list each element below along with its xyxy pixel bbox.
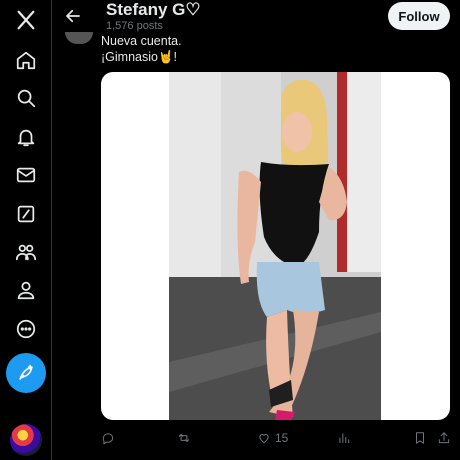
- more-icon[interactable]: [14, 317, 38, 341]
- main-column: Nueva cuenta. ¡Gimnasio🤘! Stefany G♡ 1,5…: [53, 0, 460, 460]
- retweet-button[interactable]: [177, 428, 191, 448]
- views-icon: [339, 433, 350, 444]
- bookmark-button[interactable]: [413, 428, 427, 448]
- follow-button[interactable]: Follow: [388, 2, 450, 30]
- tweet-actions-bar: 15: [101, 428, 453, 448]
- compose-icon: [19, 364, 33, 380]
- x-logo-icon[interactable]: [14, 8, 38, 32]
- communities-icon[interactable]: [14, 240, 38, 264]
- profile-name: Stefany G♡: [106, 0, 201, 19]
- like-count: 15: [275, 431, 289, 445]
- back-arrow-icon: [66, 9, 80, 23]
- profile-header: Stefany G♡ 1,576 posts Follow: [53, 0, 460, 32]
- gym-photo: [169, 72, 381, 420]
- share-icon: [438, 432, 450, 444]
- compose-post-button[interactable]: [6, 353, 46, 393]
- account-avatar[interactable]: [10, 424, 42, 456]
- post-count: 1,576 posts: [106, 20, 163, 32]
- grok-icon[interactable]: [14, 202, 38, 226]
- like-button[interactable]: 15: [257, 428, 288, 448]
- tweet-text-line: ¡Gimnasio🤘!: [101, 50, 177, 64]
- sidebar-nav: [0, 0, 52, 460]
- tweet-author-avatar[interactable]: [65, 32, 93, 44]
- profile-icon[interactable]: [14, 278, 38, 302]
- bookmark-icon: [416, 432, 424, 444]
- share-button[interactable]: [437, 428, 451, 448]
- tweet-text-line: Nueva cuenta.: [101, 34, 182, 48]
- reply-icon: [102, 433, 114, 445]
- messages-icon[interactable]: [14, 163, 38, 187]
- tweet-media-image[interactable]: [101, 72, 450, 420]
- like-icon: [259, 434, 269, 444]
- notifications-icon[interactable]: [14, 125, 38, 149]
- views-button[interactable]: [337, 428, 351, 448]
- reply-button[interactable]: [101, 428, 115, 448]
- search-icon[interactable]: [14, 86, 38, 110]
- retweet-icon: [178, 434, 190, 442]
- home-icon[interactable]: [14, 48, 38, 72]
- back-button[interactable]: [61, 4, 85, 28]
- tweet-text: Nueva cuenta. ¡Gimnasio🤘!: [101, 33, 182, 65]
